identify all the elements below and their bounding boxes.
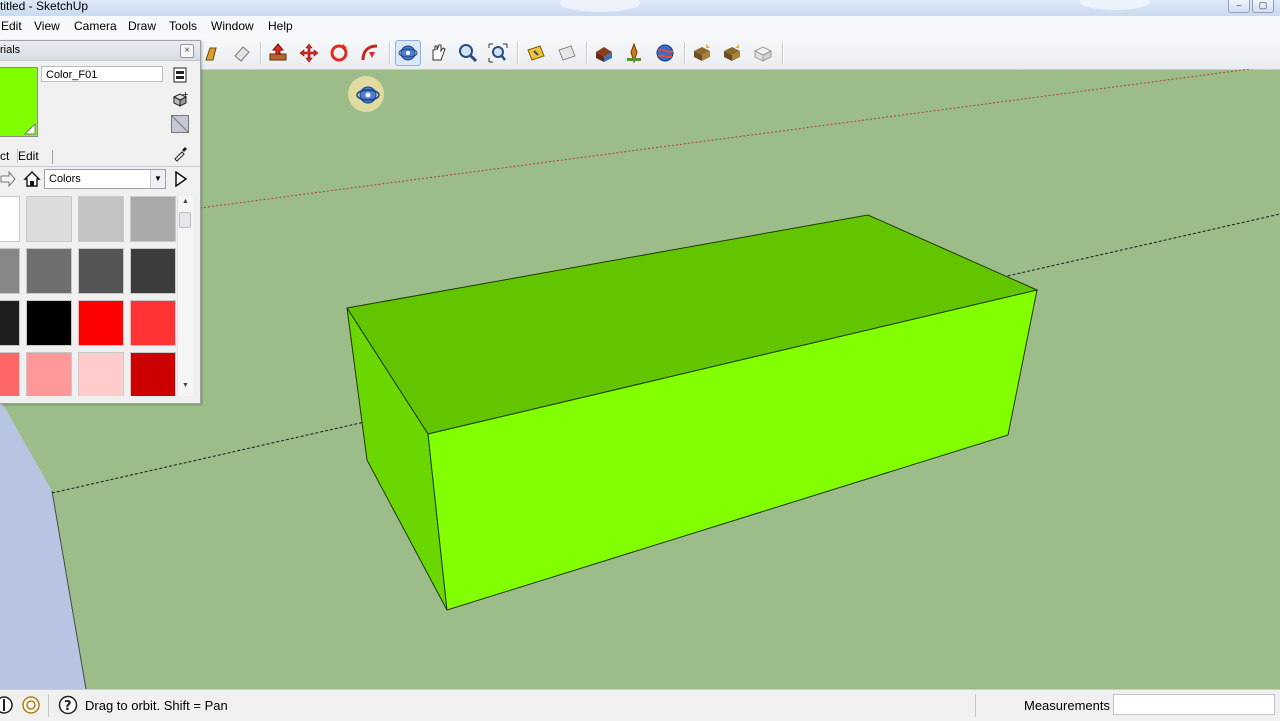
svg-text:+: +	[182, 91, 188, 99]
back-arrow-icon[interactable]	[0, 170, 16, 188]
eyedropper-icon[interactable]	[171, 145, 189, 163]
menu-edit[interactable]: Edit	[1, 19, 22, 33]
minimize-button[interactable]: –	[1228, 0, 1250, 13]
share-model-icon[interactable]	[719, 40, 745, 66]
toolbar-separator	[684, 42, 686, 64]
orbit-icon[interactable]	[395, 40, 421, 66]
palette-swatch[interactable]	[0, 248, 20, 294]
palette-swatch[interactable]	[78, 248, 124, 294]
scroll-down-icon[interactable]: ▼	[178, 382, 193, 394]
toolbar-separator	[782, 42, 784, 64]
section-plane-icon[interactable]	[523, 40, 549, 66]
toolbar-separator	[389, 42, 391, 64]
menu-tools[interactable]: Tools	[169, 19, 197, 33]
details-arrow-icon[interactable]	[173, 170, 189, 188]
palette-swatch[interactable]	[130, 248, 176, 294]
palette-swatch[interactable]	[26, 196, 72, 242]
zoom-extents-icon[interactable]	[485, 40, 511, 66]
material-palette	[0, 196, 176, 396]
status-divider	[48, 694, 49, 717]
sky-strip	[0, 399, 86, 689]
home-icon[interactable]	[23, 170, 41, 188]
palette-swatch[interactable]	[78, 300, 124, 346]
measurements-label: Measurements	[1024, 698, 1110, 713]
palette-swatch[interactable]	[130, 300, 176, 346]
palette-swatch[interactable]	[26, 352, 72, 396]
toolbar-separator	[260, 42, 262, 64]
window-title: titled - SketchUp	[0, 0, 89, 13]
toolbar-separator	[517, 42, 519, 64]
aero-glare	[560, 0, 640, 12]
chevron-down-icon[interactable]: ▼	[150, 170, 165, 188]
palette-swatch[interactable]	[0, 196, 20, 242]
google-earth-icon[interactable]	[652, 40, 678, 66]
tab-edit[interactable]: Edit	[17, 149, 39, 163]
display-section-icon[interactable]	[554, 40, 580, 66]
rotate-icon[interactable]	[326, 40, 352, 66]
palette-swatch[interactable]	[0, 300, 20, 346]
push-pull-icon[interactable]	[265, 40, 291, 66]
measurements-input[interactable]	[1113, 694, 1275, 715]
material-name-field[interactable]: Color_F01	[41, 66, 163, 82]
eraser-icon[interactable]	[229, 40, 255, 66]
title-bar: titled - SketchUp – ▢	[0, 0, 1280, 17]
materials-title: rials	[0, 44, 21, 56]
help-icon[interactable]: ?	[58, 695, 78, 715]
palette-swatch[interactable]	[26, 300, 72, 346]
geolocation-icon[interactable]	[0, 695, 14, 715]
materials-header: rials ×	[0, 41, 200, 61]
orbit-cursor-icon	[346, 74, 386, 114]
credits-icon[interactable]	[21, 695, 41, 715]
palette-swatch[interactable]	[26, 248, 72, 294]
palette-swatch[interactable]	[130, 196, 176, 242]
tab-divider	[52, 150, 53, 164]
scroll-up-icon[interactable]: ▲	[178, 198, 193, 210]
library-select[interactable]: Colors ▼	[44, 169, 166, 189]
share-component-icon[interactable]	[750, 40, 776, 66]
walk-icon[interactable]	[199, 40, 225, 66]
menu-bar: Edit View Camera Draw Tools Window Help	[0, 16, 1280, 38]
default-material-icon[interactable]	[171, 115, 189, 133]
menu-window[interactable]: Window	[211, 19, 254, 33]
close-icon[interactable]: ×	[180, 44, 194, 58]
svg-text:?: ?	[64, 699, 72, 714]
materials-tabs: ct Edit	[0, 146, 200, 167]
menu-help[interactable]: Help	[268, 19, 293, 33]
materials-nav: Colors ▼	[0, 169, 200, 191]
toolbar-separator	[586, 42, 588, 64]
swatch-corner-icon	[24, 123, 36, 135]
palette-scrollbar[interactable]: ▲ ▼	[177, 196, 193, 396]
tab-select[interactable]: ct	[0, 149, 9, 163]
menu-draw[interactable]: Draw	[128, 19, 156, 33]
palette-swatch[interactable]	[78, 352, 124, 396]
pan-icon[interactable]	[425, 40, 451, 66]
scrollbar-thumb[interactable]	[179, 212, 191, 228]
get-models-icon[interactable]	[689, 40, 715, 66]
aero-glare	[1080, 0, 1150, 10]
palette-swatch[interactable]	[78, 196, 124, 242]
palette-swatch[interactable]	[0, 352, 20, 396]
create-material-icon[interactable]: +	[171, 90, 189, 108]
status-bar: ? Drag to orbit. Shift = Pan Measurement…	[0, 689, 1280, 721]
follow-me-icon[interactable]	[357, 40, 383, 66]
library-select-value: Colors	[49, 173, 81, 185]
palette-swatch[interactable]	[130, 352, 176, 396]
window-controls: – ▢	[1228, 0, 1274, 13]
zoom-icon[interactable]	[455, 40, 481, 66]
materials-panel: rials × Color_F01 + ct Edit Colors ▼ ▲ ▼	[0, 40, 201, 404]
current-material-swatch[interactable]	[0, 67, 38, 137]
status-divider	[975, 694, 976, 717]
add-location-icon[interactable]	[621, 40, 647, 66]
model-info-icon[interactable]	[591, 40, 617, 66]
menu-camera[interactable]: Camera	[74, 19, 117, 33]
status-hint: Drag to orbit. Shift = Pan	[85, 698, 228, 713]
move-icon[interactable]	[296, 40, 322, 66]
menu-view[interactable]: View	[34, 19, 60, 33]
display-secondary-browser-icon[interactable]	[171, 66, 189, 84]
maximize-button[interactable]: ▢	[1252, 0, 1274, 13]
